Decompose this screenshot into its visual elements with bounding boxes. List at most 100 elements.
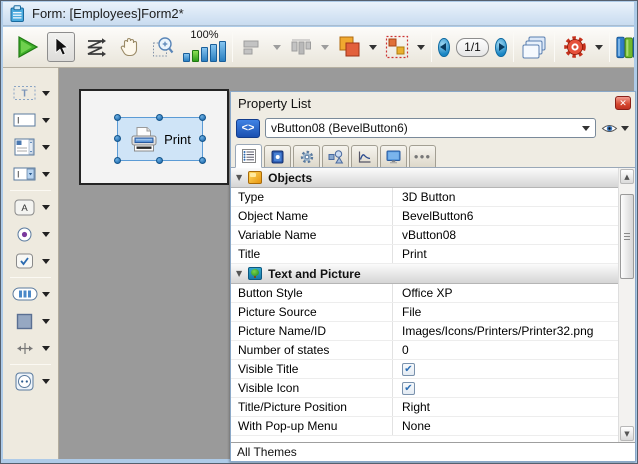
zoom-bar[interactable] (201, 47, 208, 62)
property-value[interactable]: ✔ (393, 379, 618, 397)
zoom-bar-selected[interactable] (192, 50, 199, 62)
property-row[interactable]: Object NameBevelButton6 (231, 207, 618, 226)
move-tool-button[interactable] (115, 32, 143, 62)
property-row[interactable]: Number of states0 (231, 341, 618, 360)
property-value[interactable]: 3D Button (393, 188, 618, 206)
dropdown-arrow[interactable] (42, 259, 50, 264)
selection-handle[interactable] (199, 157, 206, 164)
sidebar-splitter-tool-button[interactable] (3, 336, 58, 360)
sidebar-button-tool-button[interactable]: A (3, 195, 58, 219)
sidebar-radio-tool-button[interactable] (3, 222, 58, 246)
property-value[interactable]: ✔ (393, 360, 618, 378)
sidebar-combobox-tool-button[interactable]: I (3, 162, 58, 186)
object-selector-dropdown[interactable]: vButton08 (BevelButton6) (265, 118, 596, 138)
selection-handle[interactable] (199, 135, 206, 142)
zoom-bar[interactable] (183, 53, 190, 62)
dropdown-arrow[interactable] (42, 232, 50, 237)
group-button[interactable] (383, 32, 411, 62)
distribute-button[interactable] (287, 32, 315, 62)
property-row[interactable]: Picture SourceFile (231, 303, 618, 322)
dropdown-arrow[interactable] (42, 145, 50, 150)
checkbox-checked[interactable]: ✔ (402, 382, 415, 395)
form-page[interactable]: Print (79, 89, 229, 185)
library-button[interactable] (616, 32, 634, 62)
print-button-object[interactable]: Print (117, 117, 203, 161)
property-row[interactable]: Visible Title✔ (231, 360, 618, 379)
selection-handle[interactable] (114, 114, 121, 121)
object-nav-button[interactable]: <> (236, 119, 260, 138)
property-row[interactable]: Title/Picture PositionRight (231, 398, 618, 417)
layers-button[interactable] (335, 32, 363, 62)
property-value[interactable]: Office XP (393, 284, 618, 302)
sidebar-field-tool-button[interactable]: I (3, 108, 58, 132)
scrollbar-thumb[interactable] (620, 194, 634, 279)
dropdown-arrow[interactable] (42, 205, 50, 210)
selection-handle[interactable] (156, 157, 163, 164)
property-row[interactable]: Variable NamevButton08 (231, 226, 618, 245)
section-header[interactable]: ▼Text and Picture (231, 264, 618, 284)
property-value[interactable]: File (393, 303, 618, 321)
dropdown-arrow[interactable] (42, 379, 50, 384)
tab-display[interactable] (380, 145, 407, 167)
next-page-button[interactable] (495, 38, 507, 57)
tab-property-list[interactable] (235, 144, 262, 168)
selection-handle[interactable] (114, 157, 121, 164)
zoom-level-group[interactable]: 100% (183, 30, 226, 62)
sidebar-checkbox-tool-button[interactable] (3, 249, 58, 273)
sidebar-buttonbar-tool-button[interactable] (3, 282, 58, 306)
property-row[interactable]: TitlePrint (231, 245, 618, 264)
group-dropdown-arrow[interactable] (417, 45, 425, 50)
sidebar-text-tool-button[interactable]: T (3, 81, 58, 105)
dropdown-arrow[interactable] (42, 292, 50, 297)
view-options-button[interactable] (601, 123, 629, 134)
previous-page-button[interactable] (438, 38, 450, 57)
scroll-up-button[interactable]: ▲ (620, 169, 634, 184)
property-row[interactable]: Type3D Button (231, 188, 618, 207)
dropdown-arrow[interactable] (42, 91, 50, 96)
property-value[interactable]: Print (393, 245, 618, 263)
zoom-bar[interactable] (210, 44, 217, 62)
distribute-dropdown-arrow[interactable] (321, 45, 329, 50)
align-button[interactable] (239, 32, 267, 62)
tab-more[interactable]: ●●● (409, 145, 436, 167)
selection-handle[interactable] (156, 114, 163, 121)
property-row[interactable]: Button StyleOffice XP (231, 284, 618, 303)
property-value[interactable]: 0 (393, 341, 618, 359)
dropdown-arrow[interactable] (42, 346, 50, 351)
display-options-button[interactable] (520, 32, 548, 62)
scrollbar-track[interactable] (619, 185, 635, 425)
dropdown-arrow[interactable] (42, 319, 50, 324)
property-row[interactable]: Picture Name/IDImages/Icons/Printers/Pri… (231, 322, 618, 341)
dropdown-arrow[interactable] (42, 118, 50, 123)
selection-tool-button[interactable] (47, 32, 75, 62)
tab-shapes[interactable] (322, 145, 349, 167)
collapse-triangle-icon[interactable]: ▼ (236, 269, 242, 278)
sidebar-rectangle-tool-button[interactable] (3, 309, 58, 333)
section-header[interactable]: ▼Objects (231, 168, 618, 188)
tab-database[interactable] (264, 145, 291, 167)
property-value[interactable]: vButton08 (393, 226, 618, 244)
property-row[interactable]: Visible Icon✔ (231, 379, 618, 398)
property-value[interactable]: BevelButton6 (393, 207, 618, 225)
sidebar-listbox-tool-button[interactable] (3, 135, 58, 159)
zoom-bar[interactable] (219, 41, 226, 62)
theme-filter-bar[interactable]: All Themes (231, 442, 635, 461)
zoom-tool-button[interactable] (149, 32, 177, 62)
selection-handle[interactable] (199, 114, 206, 121)
close-button[interactable]: ✕ (615, 96, 631, 110)
align-dropdown-arrow[interactable] (273, 45, 281, 50)
settings-button[interactable] (561, 32, 589, 62)
tab-settings[interactable] (293, 145, 320, 167)
execute-form-button[interactable] (13, 32, 41, 62)
collapse-triangle-icon[interactable]: ▼ (236, 173, 242, 182)
scrollbar[interactable]: ▲ ▼ (618, 168, 635, 442)
property-list-header[interactable]: Property List ✕ (231, 92, 635, 114)
property-value[interactable]: Right (393, 398, 618, 416)
selection-handle[interactable] (114, 135, 121, 142)
scroll-down-button[interactable]: ▼ (620, 426, 634, 441)
tab-chart[interactable] (351, 145, 378, 167)
property-value[interactable]: Images/Icons/Printers/Printer32.png (393, 322, 618, 340)
page-indicator[interactable]: 1/1 (456, 38, 490, 57)
settings-dropdown-arrow[interactable] (595, 45, 603, 50)
checkbox-checked[interactable]: ✔ (402, 363, 415, 376)
